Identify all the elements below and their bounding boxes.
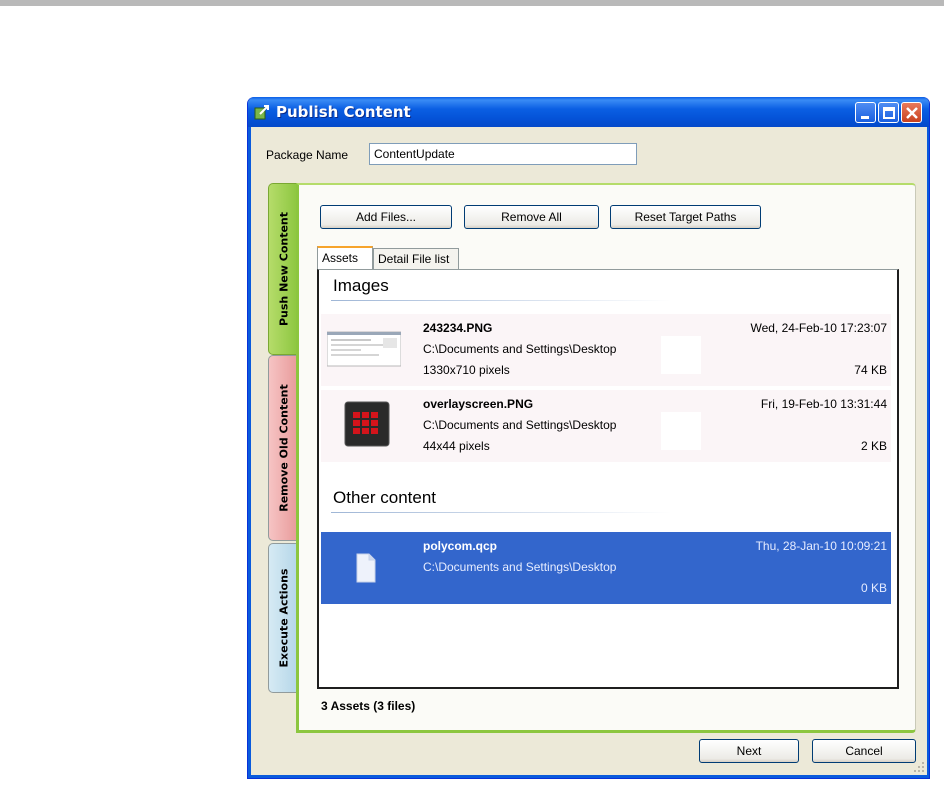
close-icon	[906, 107, 918, 119]
close-button[interactable]	[901, 102, 922, 123]
item-name: 243234.PNG	[423, 321, 493, 335]
tab-remove-old-content-label: Remove Old Content	[277, 384, 290, 512]
reset-target-paths-button[interactable]: Reset Target Paths	[610, 205, 761, 229]
tab-detail-file-list[interactable]: Detail File list	[373, 248, 459, 270]
grid-thumbnail-icon	[344, 401, 390, 447]
section-divider	[331, 512, 671, 513]
item-path: C:\Documents and Settings\Desktop	[423, 560, 617, 574]
section-other-content-heading: Other content	[333, 488, 437, 507]
item-dimensions: 44x44 pixels	[423, 439, 490, 453]
remove-all-button[interactable]: Remove All	[464, 205, 599, 229]
minimize-button[interactable]	[855, 102, 876, 123]
item-name: overlayscreen.PNG	[423, 397, 534, 411]
item-size: 2 KB	[860, 439, 887, 453]
cancel-button[interactable]: Cancel	[812, 739, 916, 763]
assets-list: Images 243234.PNG C:\Documents and Setti…	[317, 269, 899, 689]
add-files-button[interactable]: Add Files...	[320, 205, 452, 229]
package-name-label: Package Name	[266, 148, 349, 162]
window-client-area: Package Name Push New Content Remove Old…	[252, 127, 927, 775]
section-divider	[331, 300, 671, 301]
item-placeholder-box	[661, 336, 701, 374]
item-path: C:\Documents and Settings\Desktop	[423, 342, 617, 356]
item-size: 0 KB	[860, 581, 887, 595]
list-item[interactable]: 243234.PNG C:\Documents and Settings\Des…	[321, 314, 891, 386]
top-edge-bar	[0, 0, 944, 6]
minimize-icon	[861, 116, 869, 119]
window-title: Publish Content	[276, 103, 411, 121]
tab-assets[interactable]: Assets	[317, 246, 373, 270]
publish-app-icon	[254, 105, 269, 120]
tab-push-new-content-label: Push New Content	[277, 211, 290, 327]
push-new-content-page: Add Files... Remove All Reset Target Pat…	[296, 183, 916, 733]
item-date: Fri, 19-Feb-10 13:31:44	[760, 397, 887, 411]
file-icon	[356, 553, 376, 583]
item-name: polycom.qcp	[423, 539, 498, 553]
item-date: Thu, 28-Jan-10 10:09:21	[755, 539, 887, 553]
item-placeholder-box	[661, 412, 701, 450]
status-text: 3 Assets (3 files)	[321, 699, 416, 713]
tab-remove-old-content[interactable]: Remove Old Content	[268, 355, 298, 541]
item-size: 74 KB	[854, 363, 887, 377]
resize-grip-icon[interactable]	[913, 761, 925, 773]
item-path: C:\Documents and Settings\Desktop	[423, 418, 617, 432]
section-images-heading: Images	[333, 276, 389, 295]
package-name-input[interactable]	[369, 143, 637, 165]
title-bar[interactable]: Publish Content	[248, 97, 929, 127]
list-item[interactable]: polycom.qcp C:\Documents and Settings\De…	[321, 532, 891, 604]
tab-push-new-content[interactable]: Push New Content	[268, 183, 298, 355]
maximize-button[interactable]	[878, 102, 899, 123]
list-item[interactable]: overlayscreen.PNG C:\Documents and Setti…	[321, 390, 891, 462]
next-button[interactable]: Next	[699, 739, 799, 763]
maximize-icon	[883, 107, 895, 119]
publish-content-window: Publish Content Package Name Push New Co…	[247, 97, 930, 779]
tab-execute-actions-label: Execute Actions	[277, 568, 290, 668]
tab-execute-actions[interactable]: Execute Actions	[268, 543, 298, 693]
item-dimensions: 1330x710 pixels	[423, 363, 510, 377]
screenshot-thumbnail-icon	[327, 331, 401, 367]
item-date: Wed, 24-Feb-10 17:23:07	[750, 321, 887, 335]
